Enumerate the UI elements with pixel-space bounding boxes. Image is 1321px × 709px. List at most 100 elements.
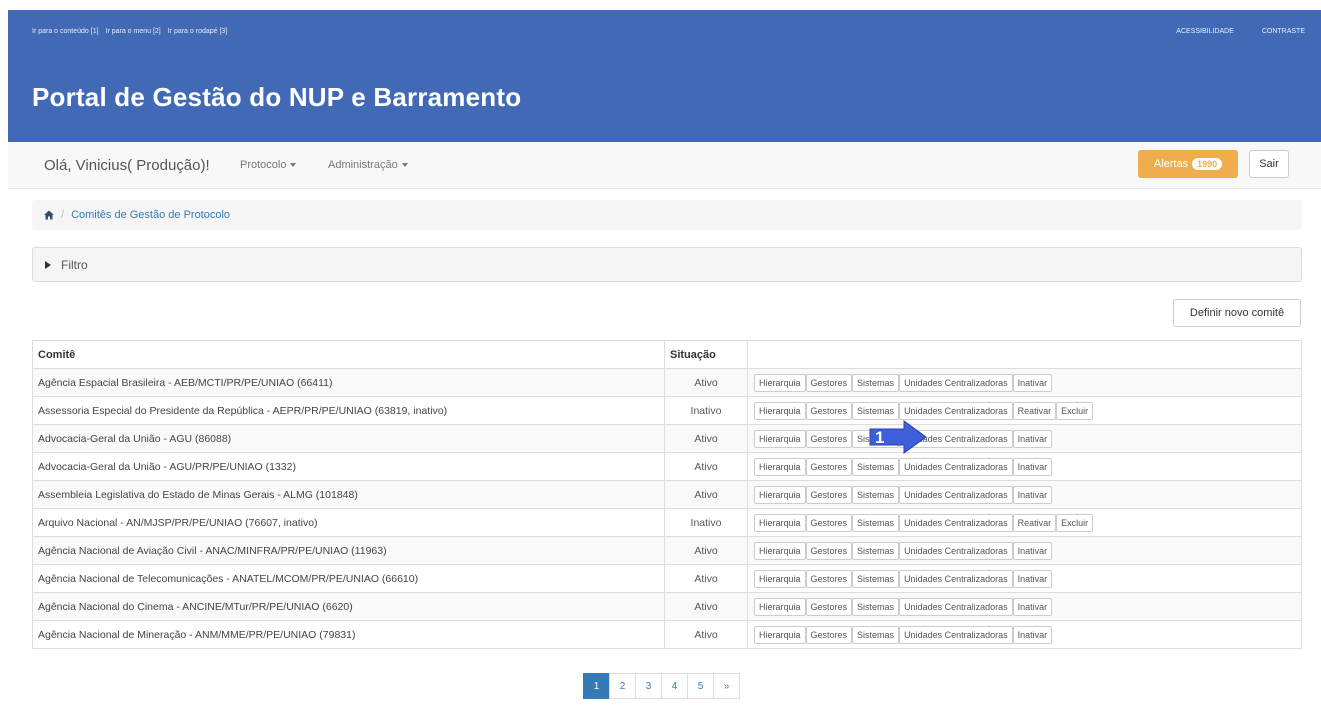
inativar-button[interactable]: Inativar	[1012, 597, 1053, 616]
sistemas-button[interactable]: Sistemas	[852, 457, 900, 476]
sistemas-button[interactable]: Sistemas	[852, 625, 900, 644]
breadcrumb-current[interactable]: Comitês de Gestão de Protocolo	[71, 209, 230, 221]
actions-cell: HierarquiaGestoresSistemasUnidades Centr…	[747, 452, 1302, 481]
navbar: Olá, Vinicius( Produção)! Protocolo Admi…	[8, 142, 1321, 189]
pagination-next[interactable]: »	[713, 673, 740, 699]
reativar-button[interactable]: Reativar	[1012, 513, 1057, 532]
inativar-button[interactable]: Inativar	[1012, 373, 1053, 392]
new-committee-button[interactable]: Definir novo comitê	[1173, 299, 1301, 327]
hierarquia-button[interactable]: Hierarquia	[754, 373, 806, 392]
unidades-centralizadoras-button[interactable]: Unidades Centralizadoras	[899, 597, 1013, 616]
status-cell: Ativo	[664, 368, 748, 397]
pagination-page-4[interactable]: 4	[661, 673, 688, 699]
hierarquia-button[interactable]: Hierarquia	[754, 625, 806, 644]
table-row: Agência Nacional do Cinema - ANCINE/MTur…	[32, 592, 1302, 621]
inativar-button[interactable]: Inativar	[1012, 485, 1053, 504]
hierarquia-button[interactable]: Hierarquia	[754, 541, 806, 560]
inativar-button[interactable]: Inativar	[1012, 457, 1053, 476]
step-1-arrow-callout: 1	[869, 420, 927, 454]
actions-cell: HierarquiaGestoresSistemasUnidades Centr…	[747, 424, 1302, 453]
hierarquia-button[interactable]: Hierarquia	[754, 401, 806, 420]
menu-administracao[interactable]: Administração	[328, 159, 408, 171]
hierarquia-button[interactable]: Hierarquia	[754, 569, 806, 588]
committee-name-cell: Advocacia-Geral da União - AGU (86088)	[32, 424, 665, 453]
reativar-button[interactable]: Reativar	[1012, 401, 1057, 420]
alerts-button[interactable]: Alertas 1990	[1138, 150, 1238, 178]
home-icon[interactable]	[44, 210, 54, 220]
gestores-button[interactable]: Gestores	[805, 429, 853, 448]
gestores-button[interactable]: Gestores	[805, 569, 853, 588]
skip-link-footer[interactable]: Ir para o rodapé [3]	[168, 28, 228, 35]
unidades-centralizadoras-button[interactable]: Unidades Centralizadoras	[899, 513, 1013, 532]
unidades-centralizadoras-button[interactable]: Unidades Centralizadoras	[899, 373, 1013, 392]
sistemas-button[interactable]: Sistemas	[852, 513, 900, 532]
skip-link-content[interactable]: Ir para o conteúdo [1]	[32, 28, 99, 35]
unidades-centralizadoras-button[interactable]: Unidades Centralizadoras	[899, 457, 1013, 476]
pagination-page-2[interactable]: 2	[609, 673, 636, 699]
pagination: 1 2 3 4 5»	[583, 673, 740, 699]
unidades-centralizadoras-button[interactable]: Unidades Centralizadoras	[899, 625, 1013, 644]
caret-right-icon	[45, 260, 51, 269]
sistemas-button[interactable]: Sistemas	[852, 597, 900, 616]
sistemas-button[interactable]: Sistemas	[852, 541, 900, 560]
unidades-centralizadoras-button[interactable]: Unidades Centralizadoras	[899, 401, 1013, 420]
excluir-button[interactable]: Excluir	[1056, 513, 1094, 532]
contrast-link[interactable]: CONTRASTE	[1262, 28, 1305, 35]
sistemas-button[interactable]: Sistemas	[852, 485, 900, 504]
gestores-button[interactable]: Gestores	[805, 457, 853, 476]
status-cell: Inativo	[664, 396, 748, 425]
committee-name-cell: Agência Nacional de Mineração - ANM/MME/…	[32, 620, 665, 649]
status-cell: Inativo	[664, 508, 748, 537]
inativar-button[interactable]: Inativar	[1012, 541, 1053, 560]
table-row: Agência Nacional de Telecomunicações - A…	[32, 564, 1302, 593]
sistemas-button[interactable]: Sistemas	[852, 401, 900, 420]
unidades-centralizadoras-button[interactable]: Unidades Centralizadoras	[899, 541, 1013, 560]
gestores-button[interactable]: Gestores	[805, 513, 853, 532]
hierarquia-button[interactable]: Hierarquia	[754, 485, 806, 504]
menu-protocolo[interactable]: Protocolo	[240, 159, 297, 171]
actions-cell: HierarquiaGestoresSistemasUnidades Centr…	[747, 368, 1302, 397]
callout-number: 1	[875, 428, 884, 447]
gestores-button[interactable]: Gestores	[805, 401, 853, 420]
gestores-button[interactable]: Gestores	[805, 485, 853, 504]
table-row: Agência Espacial Brasileira - AEB/MCTI/P…	[32, 368, 1302, 397]
menu-protocolo-label: Protocolo	[240, 159, 287, 171]
status-cell: Ativo	[664, 424, 748, 453]
unidades-centralizadoras-button[interactable]: Unidades Centralizadoras	[899, 485, 1013, 504]
column-header-committee: Comitê	[32, 340, 665, 369]
hierarquia-button[interactable]: Hierarquia	[754, 513, 806, 532]
pagination-page-1[interactable]: 1	[583, 673, 610, 699]
actions-cell: HierarquiaGestoresSistemasUnidades Centr…	[747, 564, 1302, 593]
gestores-button[interactable]: Gestores	[805, 373, 853, 392]
hierarquia-button[interactable]: Hierarquia	[754, 429, 806, 448]
pagination-page-3[interactable]: 3	[635, 673, 662, 699]
committee-name-cell: Agência Nacional do Cinema - ANCINE/MTur…	[32, 592, 665, 621]
status-cell: Ativo	[664, 564, 748, 593]
chevron-down-icon	[290, 163, 297, 168]
table-row: Assessoria Especial do Presidente da Rep…	[32, 396, 1302, 425]
table-row: Arquivo Nacional - AN/MJSP/PR/PE/UNIAO (…	[32, 508, 1302, 537]
actions-cell: HierarquiaGestoresSistemasUnidades Centr…	[747, 508, 1302, 537]
alerts-label: Alertas	[1153, 158, 1189, 170]
hierarquia-button[interactable]: Hierarquia	[754, 597, 806, 616]
gestores-button[interactable]: Gestores	[805, 597, 853, 616]
accessibility-link[interactable]: ACESSIBILIDADE	[1176, 28, 1234, 35]
pagination-page-5[interactable]: 5	[687, 673, 714, 699]
sistemas-button[interactable]: Sistemas	[852, 569, 900, 588]
filter-panel-toggle[interactable]: Filtro	[32, 247, 1302, 282]
skip-link-menu[interactable]: Ir para o menu [2]	[106, 28, 161, 35]
logout-button[interactable]: Sair	[1249, 150, 1289, 178]
gestores-button[interactable]: Gestores	[805, 541, 853, 560]
inativar-button[interactable]: Inativar	[1012, 569, 1053, 588]
inativar-button[interactable]: Inativar	[1012, 429, 1053, 448]
actions-cell: HierarquiaGestoresSistemasUnidades Centr…	[747, 396, 1302, 425]
page: Ir para o conteúdo [1] Ir para o menu [2…	[0, 0, 1321, 709]
committee-name-cell: Agência Nacional de Telecomunicações - A…	[32, 564, 665, 593]
excluir-button[interactable]: Excluir	[1056, 401, 1094, 420]
site-title[interactable]: Portal de Gestão do NUP e Barramento	[32, 82, 521, 113]
inativar-button[interactable]: Inativar	[1012, 625, 1053, 644]
hierarquia-button[interactable]: Hierarquia	[754, 457, 806, 476]
sistemas-button[interactable]: Sistemas	[852, 373, 900, 392]
unidades-centralizadoras-button[interactable]: Unidades Centralizadoras	[899, 569, 1013, 588]
gestores-button[interactable]: Gestores	[805, 625, 853, 644]
